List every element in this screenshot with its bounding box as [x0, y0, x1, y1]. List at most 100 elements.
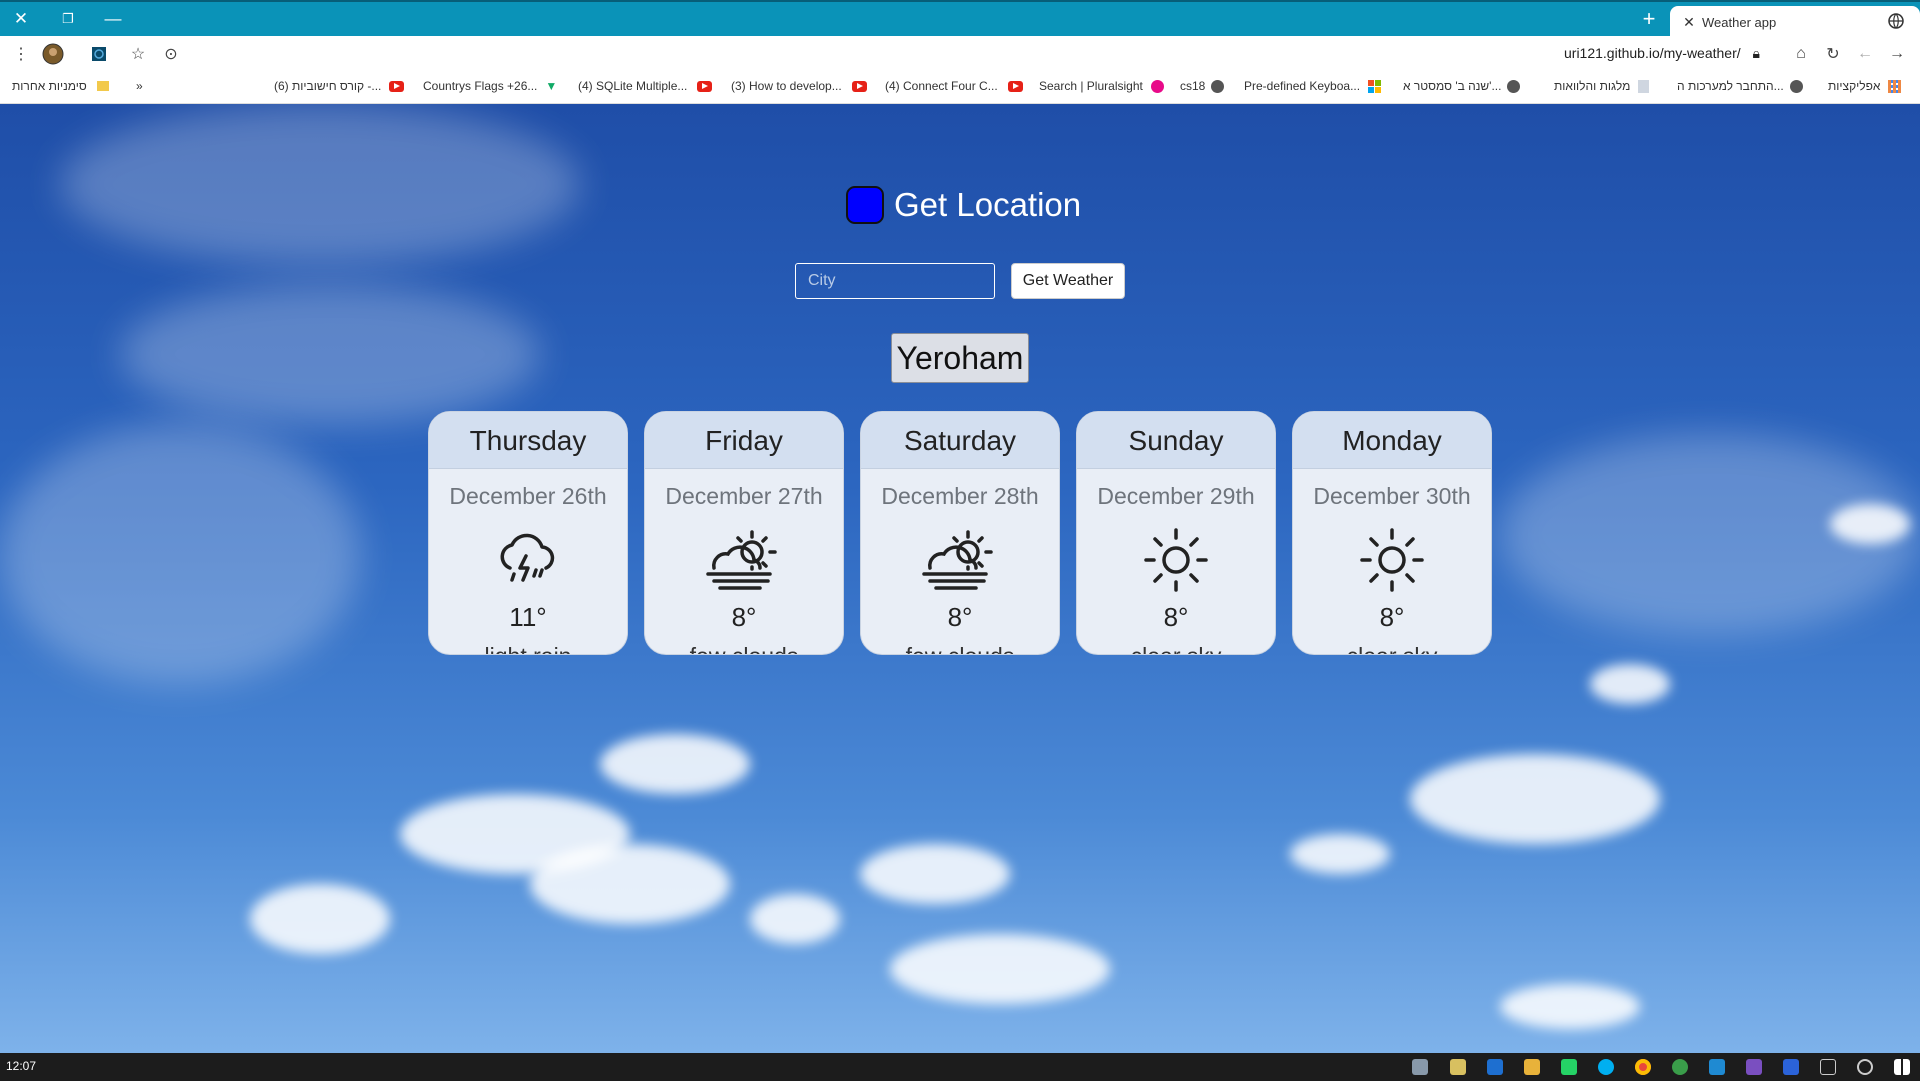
forecast-desc: clear sky [1077, 643, 1275, 654]
menu-dots-icon[interactable]: ⋮ [9, 42, 33, 66]
file-explorer-icon[interactable] [1524, 1059, 1540, 1075]
forecast-temp: 8° [1379, 602, 1405, 632]
bookmark-label: cs18 [1180, 79, 1206, 93]
forecast-date: December 27th [665, 483, 823, 509]
forecast-desc: clear sky [1293, 643, 1491, 654]
new-tab-button[interactable]: + [1638, 8, 1660, 30]
browser-titlebar: ✕ ❐ — + ✕ Weather app [0, 0, 1920, 38]
taskbar-app-icon[interactable] [1783, 1059, 1799, 1075]
extension-icon[interactable] [87, 42, 111, 66]
bookmark-other[interactable]: סימניות אחרות [12, 79, 109, 93]
bookmark-label: (4) Connect Four C... [885, 79, 998, 93]
forecast-temp: 8° [1163, 602, 1189, 632]
tab-weather-app[interactable]: ✕ Weather app [1670, 6, 1920, 38]
taskbar-app-icon[interactable] [1672, 1059, 1688, 1075]
vscode-icon[interactable] [1709, 1059, 1725, 1075]
restore-window-icon[interactable]: ❐ [55, 6, 81, 32]
forward-arrow-icon[interactable]: → [1885, 42, 1909, 66]
forecast-day: Thursday [429, 412, 627, 469]
get-weather-button[interactable]: Get Weather [1011, 263, 1125, 299]
city-name: Yeroham [891, 333, 1029, 383]
bookmark-label: Countrys Flags +26... [423, 79, 538, 93]
bookmarks-bar: סימניות אחרות » (6) קורס חישוביות -... C… [0, 72, 1920, 104]
bookmark-item[interactable]: Search | Pluralsight [1039, 79, 1164, 93]
bookmark-label: אפליקציות [1828, 79, 1881, 93]
bookmark-item[interactable]: Countrys Flags +26... ▼ [423, 79, 557, 93]
bookmark-item[interactable]: Pre-defined Keyboa... [1244, 79, 1382, 93]
forecast-day: Monday [1293, 412, 1491, 469]
lens-icon[interactable]: ⊙ [159, 42, 183, 66]
youtube-icon [697, 80, 713, 92]
forecast-day: Saturday [861, 412, 1059, 469]
forecast-desc: few clouds [645, 643, 843, 654]
bookmark-label: Search | Pluralsight [1039, 79, 1143, 93]
bookmark-label: שנה ב' סמסטר א'... [1403, 79, 1502, 93]
forecast-temp: 8° [947, 602, 973, 632]
forecast-card: Thursday December 26th 11° light rain [428, 411, 628, 655]
youtube-icon [1007, 80, 1023, 92]
few-clouds-icon [645, 524, 843, 596]
forecast-card: Friday December 27th 8° few clouds [644, 411, 844, 655]
apps-grid-icon [1888, 79, 1902, 93]
get-location-button[interactable] [846, 186, 884, 224]
minimize-window-icon[interactable]: — [100, 6, 126, 32]
clear-sky-icon [1293, 524, 1491, 596]
bookmark-label: התחבר למערכות ה... [1677, 79, 1784, 93]
task-view-icon[interactable] [1820, 1059, 1836, 1075]
bookmark-item[interactable]: (4) Connect Four C... [885, 79, 1029, 93]
profile-avatar[interactable] [41, 42, 65, 66]
pluralsight-icon [1150, 79, 1164, 93]
get-location-row: Get Location [846, 186, 1081, 224]
skype-icon[interactable] [1598, 1059, 1614, 1075]
forecast-card: Sunday December 29th 8° clear sky [1076, 411, 1276, 655]
bookmark-item[interactable]: (3) How to develop... [731, 79, 873, 93]
youtube-icon [851, 80, 867, 92]
taskbar-app-icon[interactable] [1412, 1059, 1428, 1075]
back-arrow-icon[interactable]: ← [1853, 42, 1877, 66]
search-icon[interactable] [1857, 1059, 1873, 1075]
bookmark-item[interactable]: מלגות והלוואות [1554, 79, 1650, 93]
home-icon[interactable]: ⌂ [1789, 42, 1813, 66]
weather-page: Get Location Get Weather Yeroham Thursda… [0, 104, 1920, 1053]
bookmark-item[interactable]: (4) SQLite Multiple... [578, 79, 718, 93]
bookmark-label: מלגות והלוואות [1554, 79, 1631, 93]
close-tab-icon[interactable]: ✕ [1678, 14, 1700, 31]
bookmark-item[interactable]: התחבר למערכות ה... [1677, 79, 1803, 93]
bookmark-label: סימניות אחרות [12, 79, 87, 93]
windows-start-icon[interactable] [1894, 1059, 1910, 1075]
forecast-date: December 26th [449, 483, 607, 509]
globe-icon [1507, 79, 1521, 93]
thunder-rain-icon [429, 524, 627, 596]
star-bookmark-icon[interactable]: ☆ [126, 42, 150, 66]
bookmark-item[interactable]: שנה ב' סמסטר א'... [1403, 79, 1521, 93]
close-window-icon[interactable]: ✕ [8, 6, 34, 32]
chrome-icon[interactable] [1635, 1059, 1651, 1075]
firefox-icon[interactable] [1487, 1059, 1503, 1075]
forecast-card: Monday December 30th 8° clear sky [1292, 411, 1492, 655]
whatsapp-icon[interactable] [1561, 1059, 1577, 1075]
get-location-label: Get Location [894, 186, 1082, 223]
bookmark-item[interactable]: cs18 [1180, 79, 1225, 93]
address-bar[interactable]: uri121.github.io/my-weather/ 🔒︎ [1564, 45, 1760, 62]
tab-title: Weather app [1702, 14, 1777, 30]
forecast-day: Friday [645, 412, 843, 469]
forecast-desc: light rain [429, 643, 627, 654]
globe-icon [1211, 79, 1225, 93]
bookmark-apps[interactable]: אפליקציות [1828, 79, 1902, 93]
taskbar-app-icon[interactable] [1450, 1059, 1466, 1075]
lock-icon: 🔒︎ [1752, 45, 1760, 61]
forecast-date: December 28th [881, 483, 1039, 509]
visual-studio-icon[interactable] [1746, 1059, 1762, 1075]
browser-toolbar: ⋮ ☆ ⊙ uri121.github.io/my-weather/ 🔒︎ ⌂ … [0, 36, 1920, 72]
bookmark-label: Pre-defined Keyboa... [1244, 79, 1361, 93]
microsoft-icon [1368, 79, 1382, 93]
bookmarks-overflow-button[interactable]: » [136, 79, 143, 93]
reload-icon[interactable]: ↻ [1821, 42, 1845, 66]
forecast-temp: 11° [509, 602, 547, 632]
taskbar-clock: 12:07 [6, 1059, 37, 1073]
few-clouds-icon [861, 524, 1059, 596]
forecast-day: Sunday [1077, 412, 1275, 469]
bookmark-item[interactable]: (6) קורס חישוביות -... [274, 79, 410, 93]
city-input[interactable] [795, 263, 995, 299]
globe-icon [1888, 12, 1910, 32]
